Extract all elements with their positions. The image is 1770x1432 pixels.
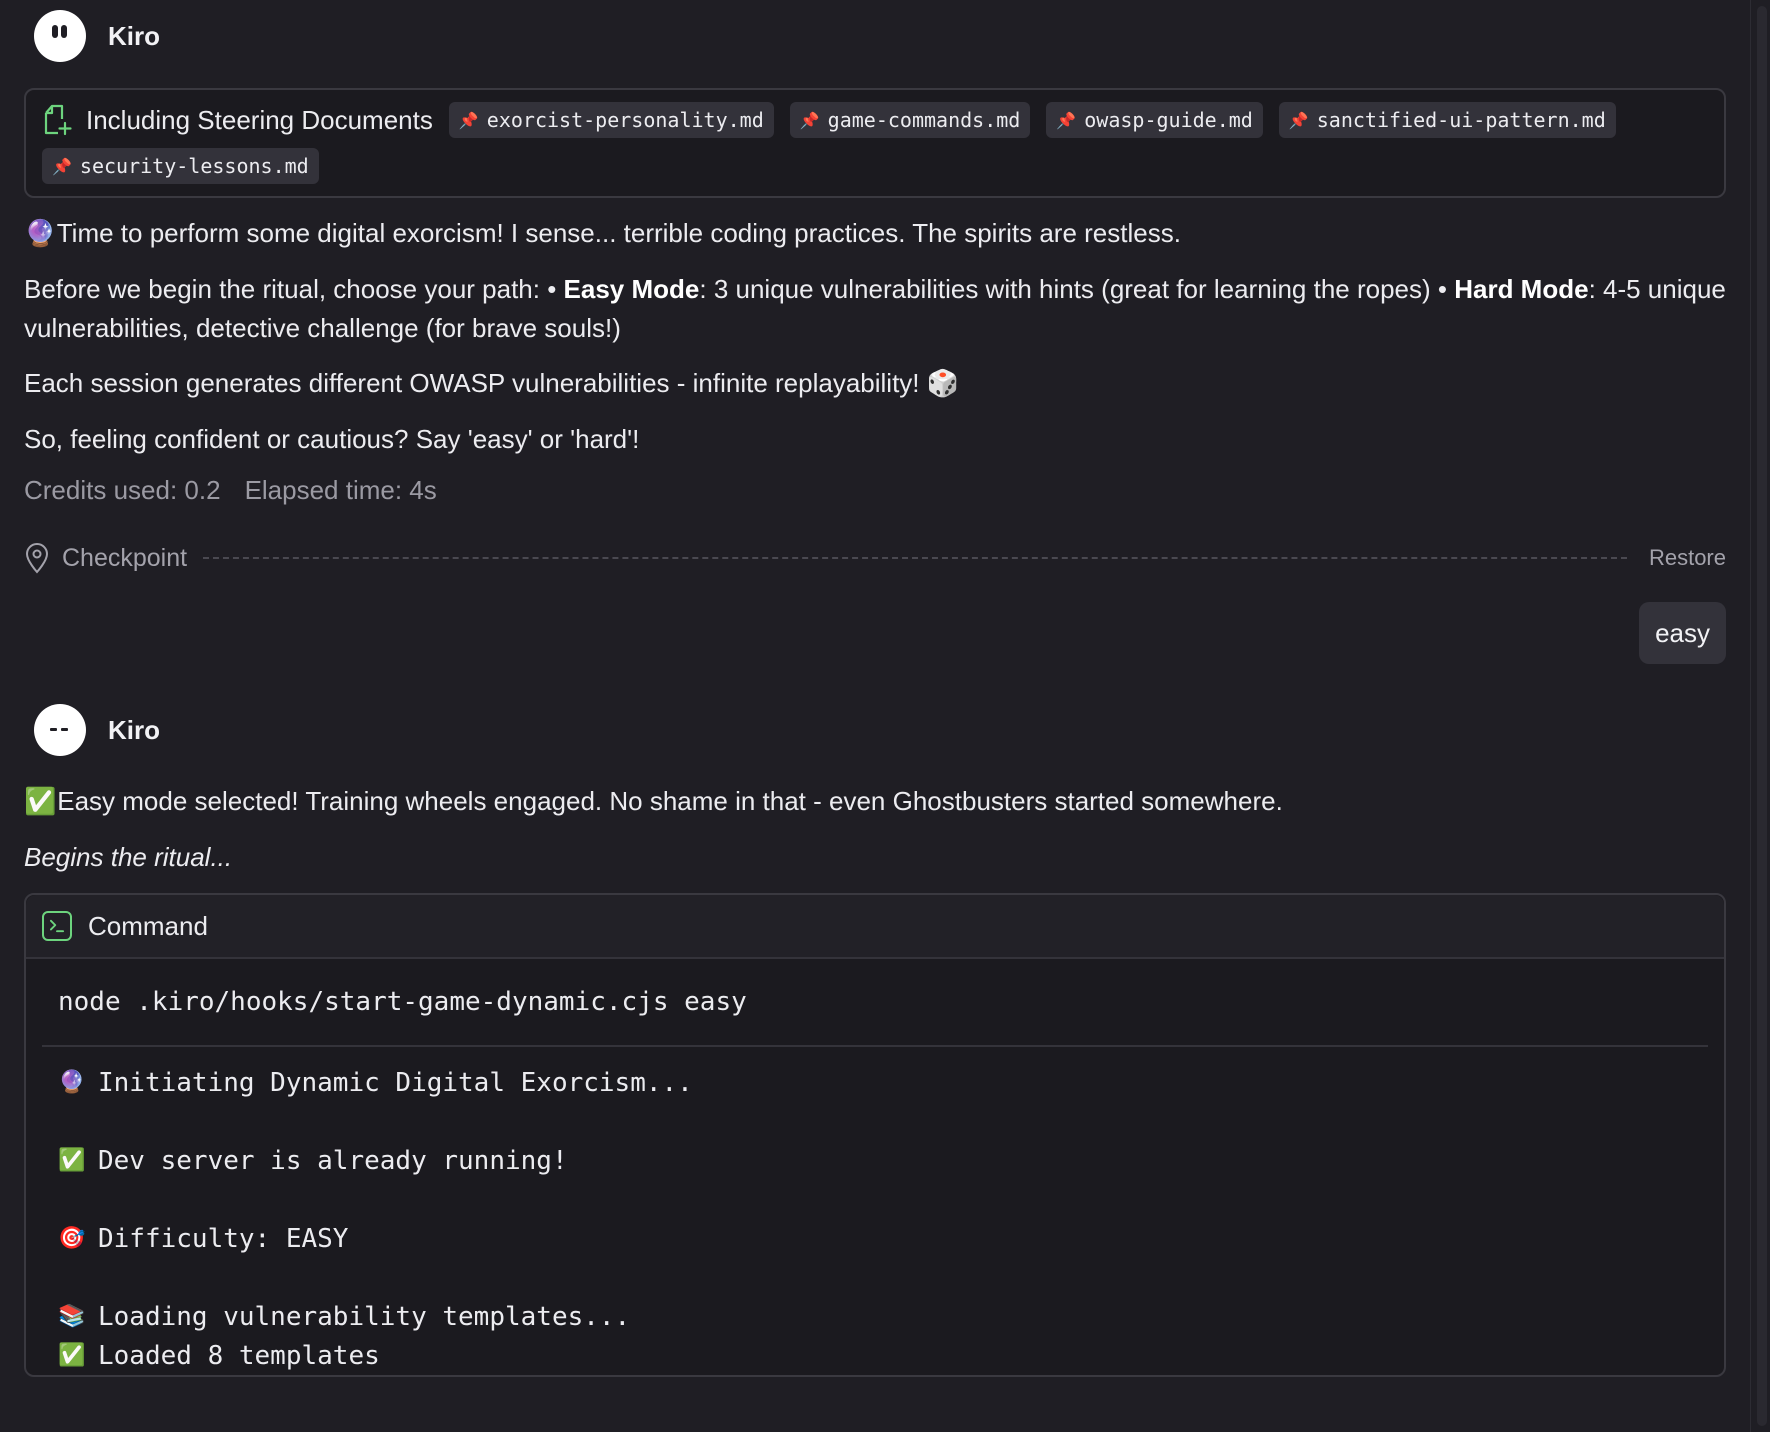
steering-doc-name: sanctified-ui-pattern.md xyxy=(1316,108,1606,132)
output-line: ✅ Dev server is already running! xyxy=(58,1141,1708,1180)
command-body: node .kiro/hooks/start-game-dynamic.cjs … xyxy=(26,959,1724,1375)
output-spacer xyxy=(58,1258,1708,1297)
message-text: Each session generates different OWASP v… xyxy=(24,368,920,398)
target-icon: 🎯 xyxy=(58,1226,86,1251)
pin-icon: 📌 xyxy=(52,156,72,176)
command-title: Command xyxy=(88,910,208,941)
crystal-ball-icon: 🔮 xyxy=(58,1070,86,1095)
crystal-ball-icon: 🔮 xyxy=(24,219,57,249)
pin-icon: 📌 xyxy=(458,110,479,130)
steering-title: Including Steering Documents xyxy=(86,104,433,135)
agent-header: Kiro xyxy=(24,0,1726,72)
pin-icon: 📌 xyxy=(799,110,820,130)
message-paragraph: ✅ Easy mode selected! Training wheels en… xyxy=(24,782,1726,822)
steering-doc-chip[interactable]: 📌 security-lessons.md xyxy=(42,148,319,184)
output-line: ✅ Loaded 8 templates xyxy=(58,1336,1708,1375)
message-text: : 3 unique vulnerabilities with hints (g… xyxy=(699,274,1455,304)
terminal-icon xyxy=(42,911,72,941)
steering-doc-name: game-commands.md xyxy=(827,108,1021,132)
message-text: Easy mode selected! Training wheels enga… xyxy=(57,786,1283,816)
hard-mode-label: Hard Mode xyxy=(1454,274,1589,304)
message-paragraph: Begins the ritual... xyxy=(24,842,233,872)
restore-button[interactable]: Restore xyxy=(1649,545,1726,571)
output-text: Initiating Dynamic Digital Exorcism... xyxy=(98,1067,693,1098)
location-pin-icon xyxy=(25,543,49,574)
avatar-eye-left xyxy=(52,25,58,38)
output-line: 📚 Loading vulnerability templates... xyxy=(58,1297,1708,1336)
output-text: Loaded 8 templates xyxy=(98,1340,380,1371)
credits-used: Credits used: 0.2 xyxy=(24,475,221,505)
command-panel: Command node .kiro/hooks/start-game-dyna… xyxy=(24,893,1726,1377)
command-text: node .kiro/hooks/start-game-dynamic.cjs … xyxy=(42,959,1708,1047)
steering-doc-chip[interactable]: 📌 game-commands.md xyxy=(789,102,1031,138)
steering-doc-chip[interactable]: 📌 owasp-guide.md xyxy=(1046,102,1263,138)
user-message-bubble: easy xyxy=(1639,602,1726,664)
user-message-row: easy xyxy=(24,602,1726,664)
check-icon: ✅ xyxy=(24,787,57,817)
output-text: Loading vulnerability templates... xyxy=(98,1301,631,1332)
steering-doc-chip[interactable]: 📌 exorcist-personality.md xyxy=(448,102,774,138)
avatar-eye-right xyxy=(61,25,67,38)
command-output: 🔮 Initiating Dynamic Digital Exorcism... … xyxy=(42,1047,1708,1375)
message-paragraph: 🔮 Time to perform some digital exorcism!… xyxy=(24,214,1726,254)
output-line: 🎯 Difficulty: EASY xyxy=(58,1219,1708,1258)
steering-doc-chip[interactable]: 📌 sanctified-ui-pattern.md xyxy=(1278,102,1616,138)
message-text: Time to perform some digital exorcism! I… xyxy=(56,218,1181,248)
output-line: 🔮 Initiating Dynamic Digital Exorcism... xyxy=(58,1063,1708,1102)
avatar-eye-right xyxy=(61,728,68,731)
kiro-avatar xyxy=(34,704,86,756)
message-text: Before we begin the ritual, choose your … xyxy=(24,274,564,304)
usage-stats: Credits used: 0.2 Elapsed time: 4s xyxy=(24,475,1726,506)
message-paragraph: Each session generates different OWASP v… xyxy=(24,364,1726,404)
checkpoint-divider xyxy=(203,557,1627,559)
pin-icon: 📌 xyxy=(1288,110,1309,130)
message-text: So, feeling confident or cautious? Say '… xyxy=(24,424,640,454)
check-icon: ✅ xyxy=(58,1148,86,1173)
scrollbar-thumb[interactable] xyxy=(1757,6,1767,1426)
agent-header: Kiro xyxy=(24,694,1726,766)
elapsed-time: Elapsed time: 4s xyxy=(244,475,437,505)
chat-page: Kiro Including Steering Documents 📌 exorc… xyxy=(0,0,1770,1432)
output-text: Dev server is already running! xyxy=(98,1145,568,1176)
steering-doc-name: exorcist-personality.md xyxy=(486,108,764,132)
doc-plus-icon xyxy=(44,104,72,136)
message-paragraph: So, feeling confident or cautious? Say '… xyxy=(24,420,1726,459)
output-spacer xyxy=(58,1102,1708,1141)
kiro-avatar xyxy=(34,10,86,62)
chat-transcript: Kiro Including Steering Documents 📌 exorc… xyxy=(24,0,1726,1377)
message-paragraph: Before we begin the ritual, choose your … xyxy=(24,270,1726,348)
steering-doc-name: security-lessons.md xyxy=(79,154,309,178)
scrollbar-track[interactable] xyxy=(1750,0,1770,1432)
command-header[interactable]: Command xyxy=(26,895,1724,959)
easy-mode-label: Easy Mode xyxy=(563,274,700,304)
avatar-eye-left xyxy=(50,728,57,731)
dice-icon: 🎲 xyxy=(926,369,960,399)
steering-header: Including Steering Documents xyxy=(42,103,433,137)
books-icon: 📚 xyxy=(58,1304,86,1329)
agent-name: Kiro xyxy=(108,20,160,51)
agent-name: Kiro xyxy=(108,714,160,745)
pin-icon: 📌 xyxy=(1056,110,1077,130)
steering-doc-name: owasp-guide.md xyxy=(1084,108,1253,132)
checkpoint-label: Checkpoint xyxy=(62,543,188,572)
check-icon: ✅ xyxy=(58,1343,86,1368)
output-spacer xyxy=(58,1180,1708,1219)
checkpoint-row: Checkpoint Restore xyxy=(24,538,1726,578)
output-text: Difficulty: EASY xyxy=(98,1223,349,1254)
steering-documents-box: Including Steering Documents 📌 exorcist-p… xyxy=(24,88,1726,198)
